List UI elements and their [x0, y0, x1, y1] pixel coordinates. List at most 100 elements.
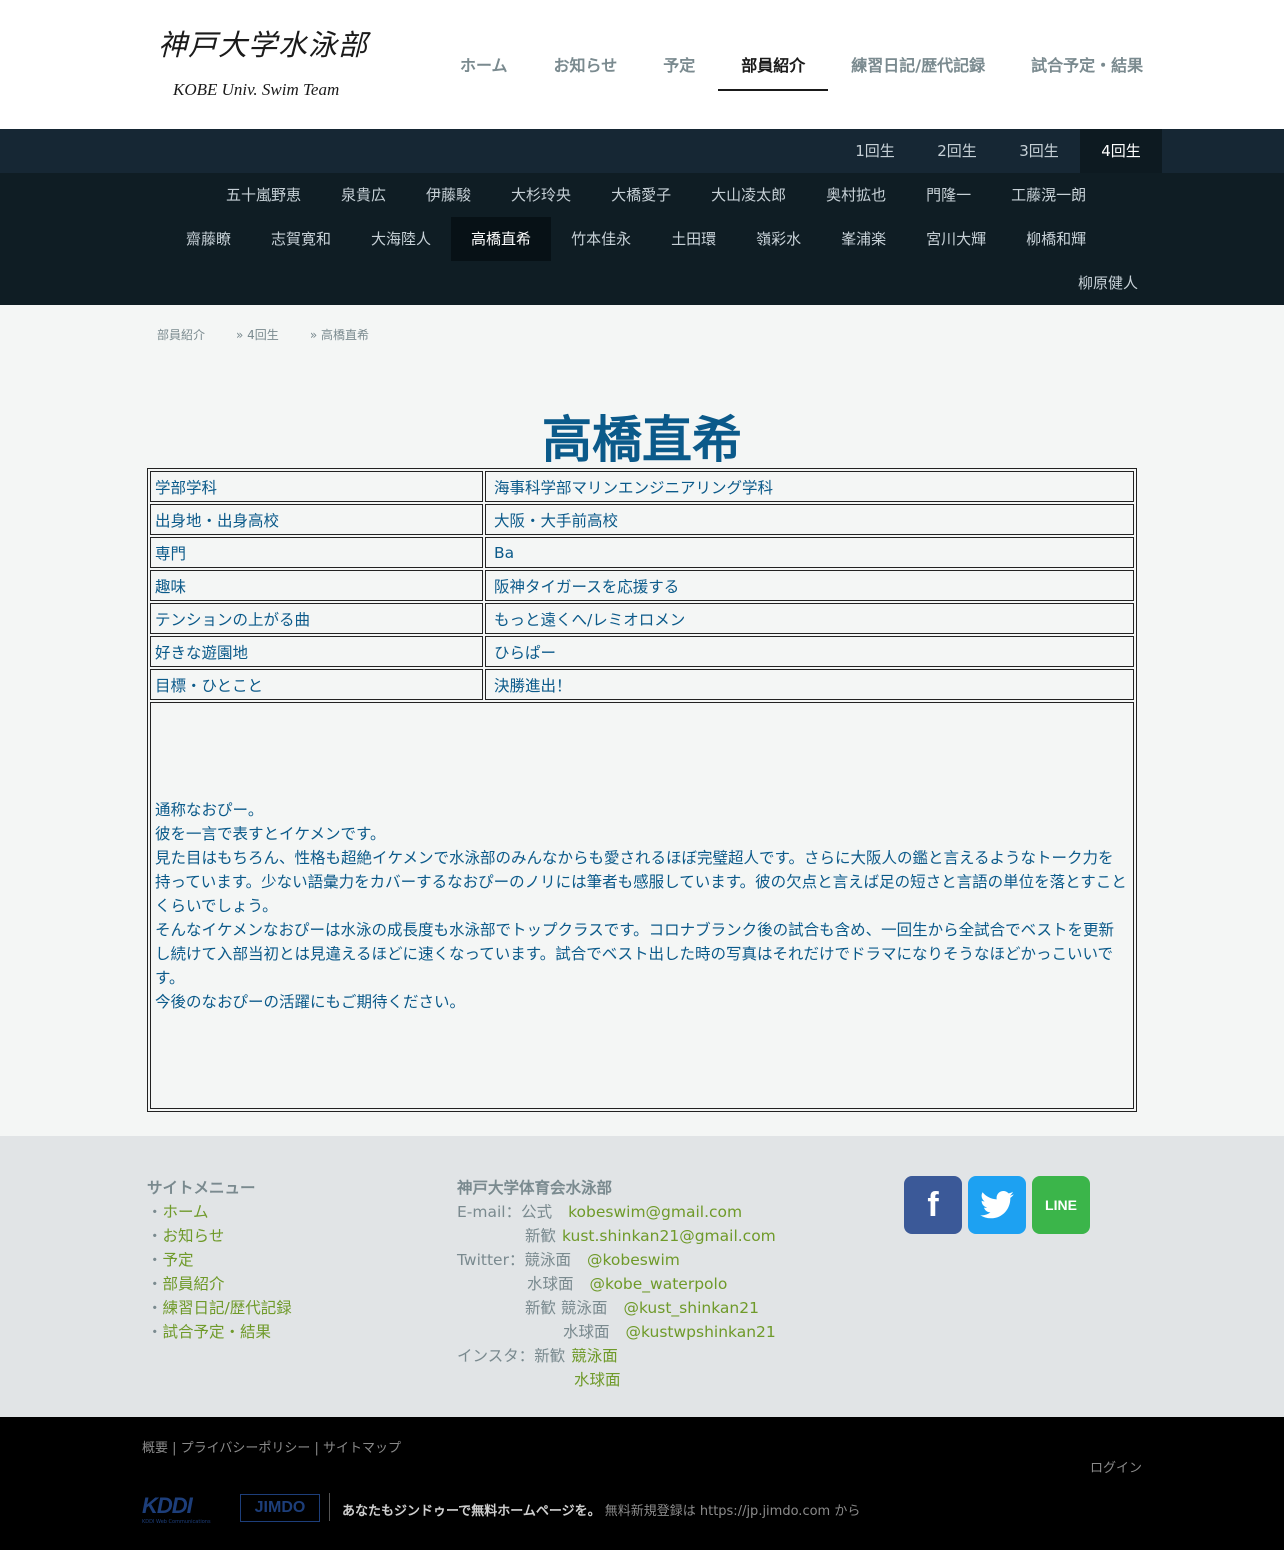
footer-link-schedule[interactable]: 予定: [163, 1251, 194, 1269]
member-link[interactable]: 嶺彩水: [736, 217, 821, 261]
member-row-3: 柳原健人: [1058, 261, 1158, 305]
bio-paragraph: そんなイケメンなおぴーは水泳の成長度も水泳部でトップクラスです。コロナブランク後…: [155, 920, 1114, 987]
grade-tab-1[interactable]: 1回生: [834, 129, 916, 173]
breadcrumb: 部員紹介 » 4回生 » 高橋直希: [157, 326, 369, 343]
kddi-logo[interactable]: KDDI KDDI Web Communications: [142, 1493, 228, 1525]
main-nav: ホーム お知らせ 予定 部員紹介 練習日記/歴代記録 試合予定・結果: [437, 40, 1166, 91]
table-row: 通称なおぴー。 彼を一言で表すとイケメンです。 見た目はもちろん、性格も超絶イケ…: [150, 702, 1134, 1109]
nav-members[interactable]: 部員紹介: [718, 40, 829, 91]
twitter-swim-link[interactable]: @kobeswim: [587, 1251, 680, 1269]
footer-link-home[interactable]: ホーム: [163, 1203, 209, 1221]
logo-title[interactable]: 神戸大学水泳部: [158, 22, 368, 64]
social-buttons: f LINE: [904, 1176, 1090, 1234]
bio-paragraph: 通称なおぴー。: [155, 800, 264, 819]
profile-key: 専門: [150, 537, 483, 568]
member-link[interactable]: 大海陸人: [351, 217, 451, 261]
member-link[interactable]: 泉貴広: [321, 173, 406, 217]
member-row-2: 齋藤瞭 志賀寛和 大海陸人 高橋直希 竹本佳永 土田環 嶺彩水 峯浦楽 宮川大輝…: [166, 217, 1106, 261]
profile-key: テンションの上がる曲: [150, 603, 483, 634]
grade-tab-4[interactable]: 4回生: [1080, 129, 1162, 173]
table-row: 目標・ひとこと 決勝進出！: [150, 669, 1134, 700]
nav-results[interactable]: 試合予定・結果: [1008, 40, 1166, 88]
footer-link-results[interactable]: 試合予定・結果: [163, 1323, 272, 1341]
profile-value: 決勝進出！: [485, 669, 1134, 700]
member-link[interactable]: 宮川大輝: [906, 217, 1006, 261]
member-link[interactable]: 土田環: [651, 217, 736, 261]
twitter-wp-link[interactable]: @kobe_waterpolo: [590, 1275, 728, 1293]
logo-subtitle[interactable]: KOBE Univ. Swim Team: [173, 80, 339, 100]
footer-link-members[interactable]: 部員紹介: [163, 1275, 225, 1293]
profile-key: 学部学科: [150, 471, 483, 502]
twitter-icon[interactable]: [968, 1176, 1026, 1234]
site-header: 神戸大学水泳部 KOBE Univ. Swim Team ホーム お知らせ 予定…: [0, 0, 1284, 129]
bio-paragraph: 今後のなおぴーの活躍にもご期待ください。: [155, 992, 466, 1011]
member-link[interactable]: 大杉玲央: [491, 173, 591, 217]
nav-news[interactable]: お知らせ: [531, 40, 641, 88]
club-title: 神戸大学体育会水泳部: [457, 1179, 613, 1197]
insta-swim-link[interactable]: 競泳面: [571, 1347, 618, 1365]
breadcrumb-grade[interactable]: » 4回生: [236, 326, 279, 343]
profile-value: Ba: [485, 537, 1134, 568]
bottom-bar: 概要 | プライバシーポリシー | サイトマップ ログイン KDDI KDDI …: [0, 1417, 1284, 1550]
jimdo-logo[interactable]: JIMDO: [240, 1494, 320, 1522]
member-link[interactable]: 門隆一: [906, 173, 991, 217]
member-link[interactable]: 大山凌太郎: [691, 173, 806, 217]
page-title: 高橋直希: [542, 411, 742, 469]
profile-value: 阪神タイガースを応援する: [485, 570, 1134, 601]
profile-value: 大阪・大手前高校: [485, 504, 1134, 535]
member-link[interactable]: 大橋愛子: [591, 173, 691, 217]
member-link-active[interactable]: 高橋直希: [451, 217, 552, 261]
table-row: 好きな遊園地 ひらぱー: [150, 636, 1134, 667]
member-link[interactable]: 柳原健人: [1058, 261, 1158, 305]
login-link[interactable]: ログイン: [1090, 1457, 1142, 1476]
bottom-links[interactable]: 概要 | プライバシーポリシー | サイトマップ: [142, 1437, 401, 1456]
nav-home[interactable]: ホーム: [437, 40, 531, 88]
bio-paragraph: 見た目はもちろん、性格も超絶イケメンで水泳部のみんなからも愛されるほぼ完璧超人で…: [155, 848, 1127, 915]
footer-link-news[interactable]: お知らせ: [163, 1227, 225, 1245]
footer-menu: サイトメニュー ・ホーム ・お知らせ ・予定 ・部員紹介 ・練習日記/歴代記録 …: [147, 1176, 292, 1344]
grade-nav: 1回生 2回生 3回生 4回生: [0, 129, 1284, 173]
member-nav: 五十嵐野恵 泉貴広 伊藤駿 大杉玲央 大橋愛子 大山凌太郎 奥村拡也 門隆一 工…: [0, 173, 1284, 305]
footer-contact: 神戸大学体育会水泳部 E-mail：公式 kobeswim@gmail.com 新…: [457, 1176, 776, 1392]
bio-cell: 通称なおぴー。 彼を一言で表すとイケメンです。 見た目はもちろん、性格も超絶イケ…: [150, 702, 1134, 1109]
profile-key: 出身地・出身高校: [150, 504, 483, 535]
twitter-new-swim-link[interactable]: @kust_shinkan21: [623, 1299, 759, 1317]
profile-key: 目標・ひとこと: [150, 669, 483, 700]
site-footer: サイトメニュー ・ホーム ・お知らせ ・予定 ・部員紹介 ・練習日記/歴代記録 …: [0, 1136, 1284, 1417]
profile-value: ひらぱー: [485, 636, 1134, 667]
table-row: 学部学科 海事科学部マリンエンジニアリング学科: [150, 471, 1134, 502]
member-link[interactable]: 伊藤駿: [406, 173, 491, 217]
footer-menu-title: サイトメニュー: [147, 1179, 256, 1197]
member-link[interactable]: 柳橋和輝: [1006, 217, 1106, 261]
breadcrumb-members[interactable]: 部員紹介: [157, 326, 205, 343]
twitter-new-wp-link[interactable]: @kustwpshinkan21: [626, 1323, 776, 1341]
email-new-link[interactable]: kust.shinkan21@gmail.com: [562, 1227, 776, 1245]
jimdo-promo[interactable]: あなたもジンドゥーで無料ホームページを。 無料新規登録は https://jp.…: [342, 1500, 860, 1519]
insta-wp-link[interactable]: 水球面: [574, 1371, 621, 1389]
email-official-link[interactable]: kobeswim@gmail.com: [568, 1203, 742, 1221]
member-link[interactable]: 工藤滉一朗: [991, 173, 1106, 217]
member-link[interactable]: 奥村拡也: [806, 173, 906, 217]
breadcrumb-current[interactable]: » 高橋直希: [310, 326, 369, 343]
nav-diary[interactable]: 練習日記/歴代記録: [828, 40, 1008, 88]
profile-key: 好きな遊園地: [150, 636, 483, 667]
grade-tab-2[interactable]: 2回生: [916, 129, 998, 173]
grade-tab-3[interactable]: 3回生: [998, 129, 1080, 173]
profile-value: 海事科学部マリンエンジニアリング学科: [485, 471, 1134, 502]
facebook-icon[interactable]: f: [904, 1176, 962, 1234]
member-link[interactable]: 五十嵐野恵: [206, 173, 321, 217]
member-link[interactable]: 峯浦楽: [821, 217, 906, 261]
nav-schedule[interactable]: 予定: [640, 40, 718, 88]
profile-value: もっと遠くへ/レミオロメン: [485, 603, 1134, 634]
table-row: 出身地・出身高校 大阪・大手前高校: [150, 504, 1134, 535]
bio-paragraph: 彼を一言で表すとイケメンです。: [155, 824, 386, 843]
profile-key: 趣味: [150, 570, 483, 601]
footer-link-diary[interactable]: 練習日記/歴代記録: [163, 1299, 292, 1317]
divider: [329, 1493, 330, 1521]
member-link[interactable]: 竹本佳永: [551, 217, 651, 261]
member-link[interactable]: 志賀寛和: [251, 217, 351, 261]
table-row: テンションの上がる曲 もっと遠くへ/レミオロメン: [150, 603, 1134, 634]
line-icon[interactable]: LINE: [1032, 1176, 1090, 1234]
profile-table: 学部学科 海事科学部マリンエンジニアリング学科 出身地・出身高校 大阪・大手前高…: [147, 468, 1137, 1112]
member-link[interactable]: 齋藤瞭: [166, 217, 251, 261]
